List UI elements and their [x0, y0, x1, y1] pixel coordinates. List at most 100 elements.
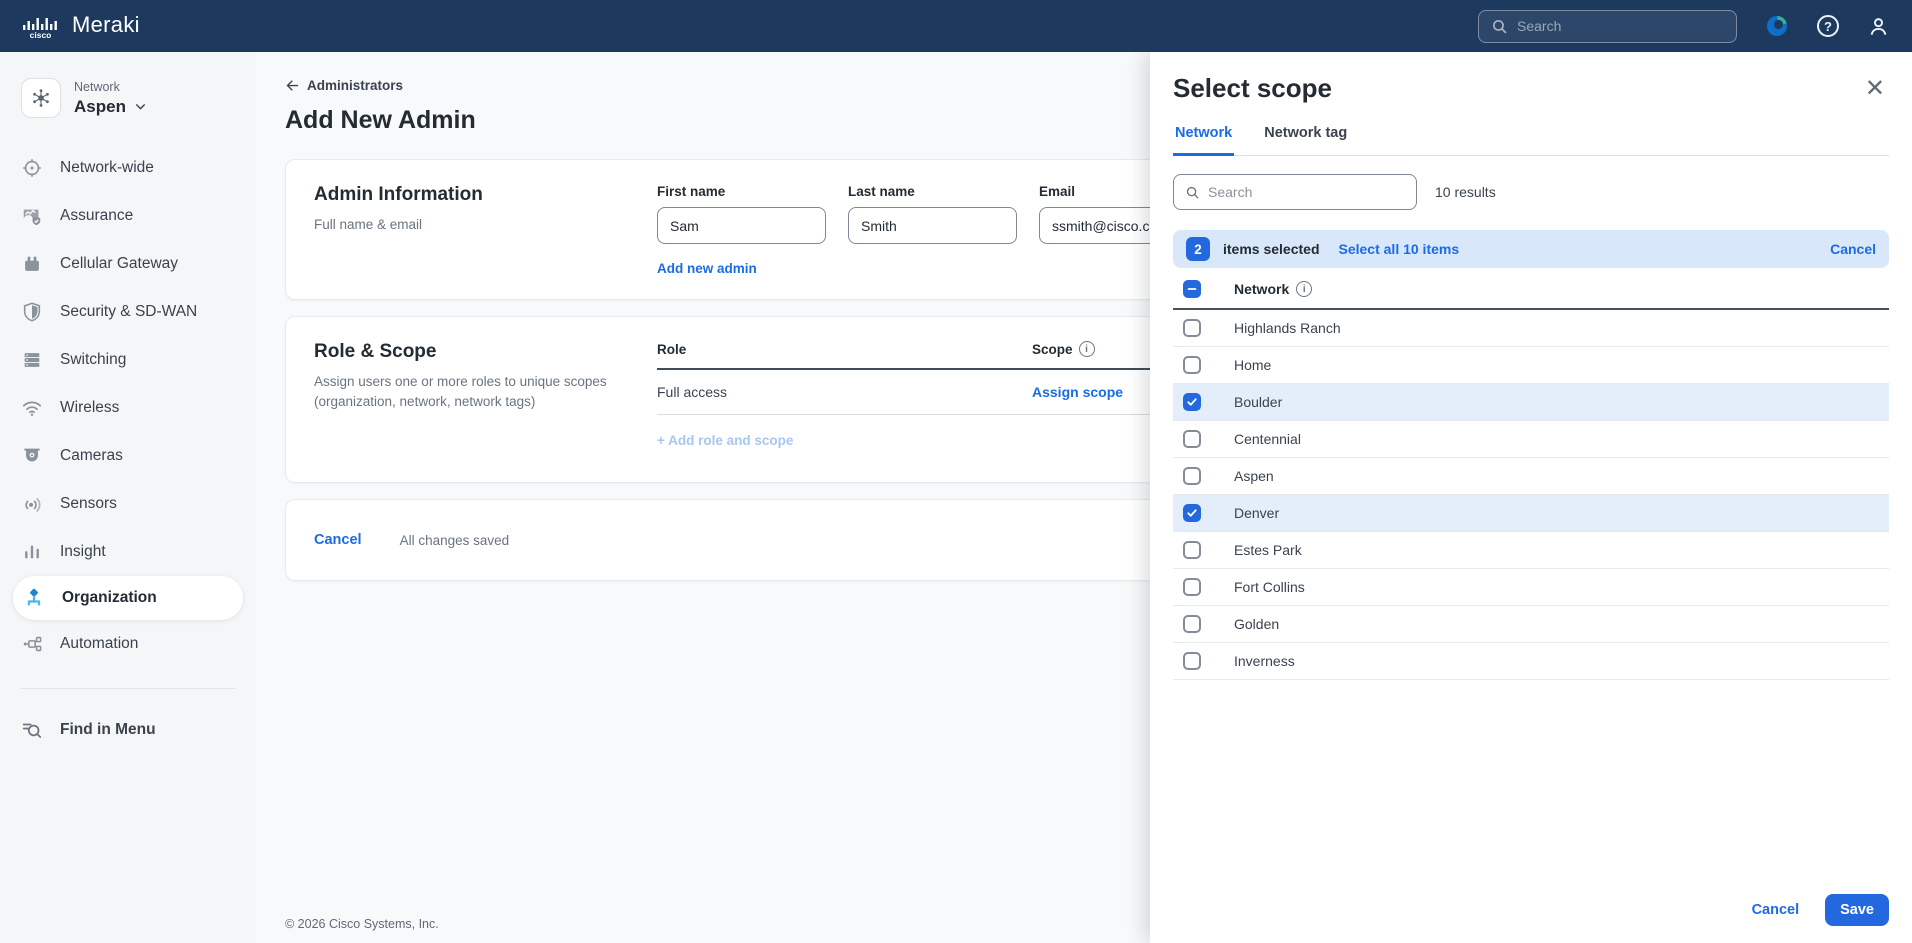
sidebar-item-wireless[interactable]: Wireless	[0, 384, 256, 432]
sidebar-item-organization[interactable]: Organization	[13, 576, 243, 620]
network-row[interactable]: Highlands Ranch	[1173, 310, 1889, 347]
network-row[interactable]: Denver	[1173, 495, 1889, 532]
search-icon	[1491, 18, 1508, 35]
brand-name: Meraki	[72, 14, 140, 39]
webex-icon[interactable]	[1765, 14, 1789, 38]
sidebar-item-label: Wireless	[60, 399, 119, 417]
network-row[interactable]: Fort Collins	[1173, 569, 1889, 606]
last-name-label: Last name	[848, 184, 1017, 199]
network-row-label: Home	[1234, 357, 1271, 373]
selected-count-badge: 2	[1186, 237, 1210, 261]
switch-icon	[21, 349, 43, 371]
row-checkbox[interactable]	[1183, 467, 1201, 485]
sidebar-item-label: Organization	[62, 589, 157, 607]
network-column-header: Network	[1234, 281, 1289, 297]
network-row[interactable]: Aspen	[1173, 458, 1889, 495]
sidebar-item-label: Cellular Gateway	[60, 255, 178, 273]
global-search[interactable]	[1478, 10, 1737, 43]
network-row[interactable]: Inverness	[1173, 643, 1889, 680]
sidebar-item-automation[interactable]: Automation	[0, 620, 256, 668]
sidebar-item-security-sdwan[interactable]: Security & SD-WAN	[0, 288, 256, 336]
network-row[interactable]: Golden	[1173, 606, 1889, 643]
breadcrumb-back-link[interactable]: Administrators	[285, 78, 403, 93]
row-checkbox[interactable]	[1183, 504, 1201, 522]
add-new-admin-link[interactable]: Add new admin	[657, 261, 757, 276]
network-info-icon[interactable]: i	[1296, 281, 1312, 297]
row-checkbox[interactable]	[1183, 430, 1201, 448]
network-row[interactable]: Centennial	[1173, 421, 1889, 458]
select-scope-panel: Select scope ✕ Network Network tag 10 re…	[1150, 52, 1912, 943]
network-row[interactable]: Home	[1173, 347, 1889, 384]
role-column-header: Role	[657, 342, 1032, 357]
select-all-checkbox[interactable]	[1183, 280, 1201, 298]
network-picker[interactable]: Network Aspen	[0, 78, 256, 118]
sidebar-item-network-wide[interactable]: Network-wide	[0, 144, 256, 192]
row-checkbox[interactable]	[1183, 319, 1201, 337]
help-icon[interactable]: ?	[1817, 15, 1839, 37]
network-wide-icon	[21, 157, 43, 179]
row-checkbox[interactable]	[1183, 356, 1201, 374]
sidebar-item-insight[interactable]: Insight	[0, 528, 256, 576]
sidebar-item-label: Sensors	[60, 495, 117, 513]
find-in-menu-label: Find in Menu	[60, 721, 156, 739]
add-role-scope-link[interactable]: + Add role and scope	[657, 433, 793, 448]
camera-icon	[21, 445, 43, 467]
scope-search-input[interactable]	[1208, 184, 1405, 200]
network-picker-label: Network	[74, 80, 147, 94]
sidebar-item-cellular-gateway[interactable]: Cellular Gateway	[0, 240, 256, 288]
sidebar-item-label: Network-wide	[60, 159, 154, 177]
account-icon[interactable]	[1867, 15, 1890, 38]
sidebar-item-sensors[interactable]: Sensors	[0, 480, 256, 528]
scope-info-icon[interactable]: i	[1079, 341, 1095, 357]
panel-title: Select scope	[1173, 73, 1332, 104]
close-icon[interactable]: ✕	[1861, 73, 1889, 105]
admin-card-title: Admin Information	[314, 184, 657, 206]
scope-column-header: Scope	[1032, 342, 1073, 357]
shield-icon	[21, 301, 43, 323]
selection-cancel-link[interactable]: Cancel	[1830, 241, 1876, 257]
sidebar-item-switching[interactable]: Switching	[0, 336, 256, 384]
tab-network-tag[interactable]: Network tag	[1262, 125, 1349, 156]
network-row-label: Golden	[1234, 616, 1279, 632]
select-all-link[interactable]: Select all 10 items	[1339, 241, 1460, 257]
last-name-field[interactable]	[848, 207, 1017, 244]
sidebar-item-cameras[interactable]: Cameras	[0, 432, 256, 480]
find-in-menu[interactable]: Find in Menu	[0, 709, 256, 751]
organization-icon	[23, 587, 45, 609]
find-in-menu-icon	[21, 719, 43, 741]
sidebar-nav: Network-wide Assurance Cellular Gateway …	[0, 144, 256, 668]
network-row-label: Highlands Ranch	[1234, 320, 1341, 336]
row-checkbox[interactable]	[1183, 393, 1201, 411]
network-row-label: Boulder	[1234, 394, 1282, 410]
global-search-input[interactable]	[1517, 18, 1724, 34]
assign-scope-link[interactable]: Assign scope	[1032, 384, 1123, 400]
panel-cancel-link[interactable]: Cancel	[1752, 902, 1800, 918]
first-name-field[interactable]	[657, 207, 826, 244]
network-row[interactable]: Boulder	[1173, 384, 1889, 421]
scope-search[interactable]	[1173, 174, 1417, 210]
row-checkbox[interactable]	[1183, 615, 1201, 633]
network-row-label: Inverness	[1234, 653, 1295, 669]
top-bar: cisco Meraki ?	[0, 0, 1912, 52]
cisco-logo-icon: cisco	[22, 13, 60, 39]
sidebar-item-label: Cameras	[60, 447, 123, 465]
form-cancel-link[interactable]: Cancel	[314, 532, 362, 548]
sidebar-item-label: Security & SD-WAN	[60, 303, 197, 321]
role-card-title: Role & Scope	[314, 341, 657, 363]
sidebar-item-assurance[interactable]: Assurance	[0, 192, 256, 240]
wifi-icon	[21, 397, 43, 419]
role-card-description: Assign users one or more roles to unique…	[314, 372, 614, 413]
sidebar-item-label: Insight	[60, 543, 106, 561]
network-row[interactable]: Estes Park	[1173, 532, 1889, 569]
admin-card-subtitle: Full name & email	[314, 215, 614, 235]
search-icon	[1185, 185, 1200, 200]
first-name-label: First name	[657, 184, 826, 199]
bar-chart-icon	[21, 541, 43, 563]
save-button[interactable]: Save	[1825, 894, 1889, 926]
tab-network[interactable]: Network	[1173, 125, 1234, 156]
network-picker-value: Aspen	[74, 97, 126, 117]
row-checkbox[interactable]	[1183, 541, 1201, 559]
scope-tabs: Network Network tag	[1173, 125, 1889, 156]
row-checkbox[interactable]	[1183, 578, 1201, 596]
row-checkbox[interactable]	[1183, 652, 1201, 670]
